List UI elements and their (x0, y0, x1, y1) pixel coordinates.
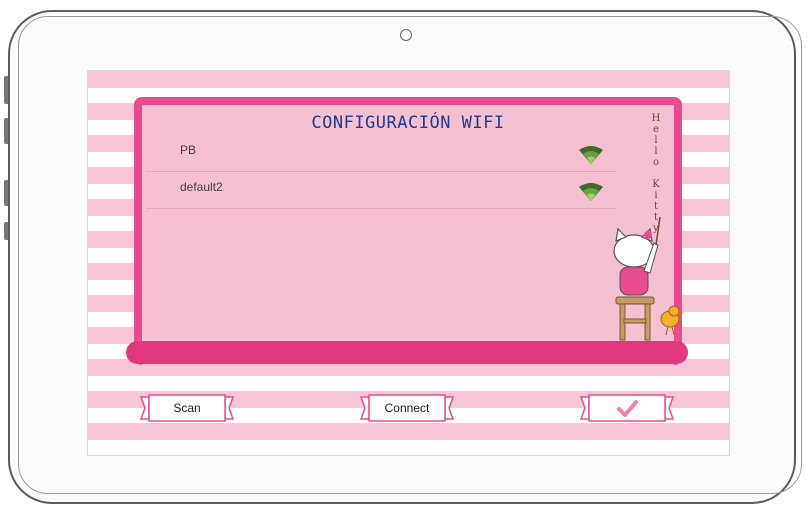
camera-icon (400, 29, 412, 41)
network-name: PB (180, 143, 197, 157)
wifi-signal-icon (578, 182, 604, 202)
network-item-default2[interactable]: default2 (146, 172, 616, 209)
panel-base-bar (126, 341, 688, 364)
wifi-panel: CONFIGURACIÓN WIFI PB default2 H e l l o… (134, 97, 682, 365)
scan-button-label: Scan (173, 401, 201, 415)
network-list: PB default2 (146, 135, 616, 209)
network-item-pb[interactable]: PB (146, 135, 616, 172)
connect-button-label: Connect (384, 401, 430, 415)
scan-button[interactable]: Scan (139, 393, 235, 423)
page-title: CONFIGURACIÓN WIFI (311, 113, 505, 133)
network-name: default2 (180, 180, 223, 194)
wifi-settings-screen: CONFIGURACIÓN WIFI PB default2 H e l l o… (87, 70, 730, 456)
connect-button[interactable]: Connect (359, 393, 455, 423)
confirm-button[interactable] (579, 393, 675, 423)
hello-kitty-illustration (608, 211, 698, 341)
wifi-signal-icon (578, 145, 604, 165)
